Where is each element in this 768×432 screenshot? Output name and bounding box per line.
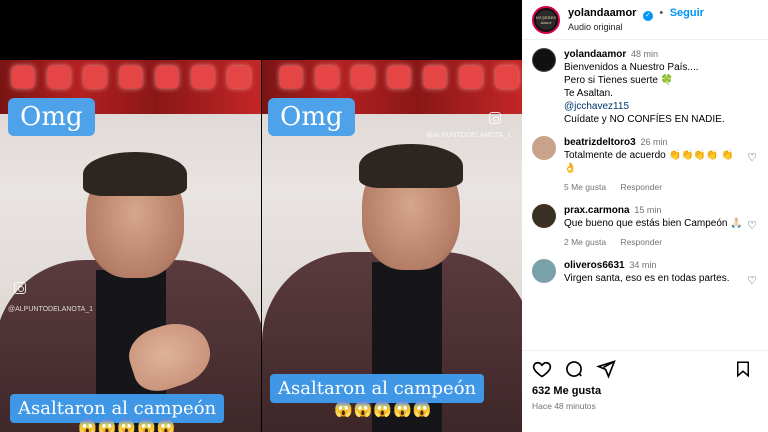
caption-line: Pero si Tienes suerte 🍀 [564, 75, 674, 86]
comment-item: oliveros6631 34 min Virgen santa, eso es… [532, 259, 758, 287]
heart-icon[interactable]: ♡ [746, 220, 758, 232]
comment-time: 15 min [634, 205, 662, 215]
overlay-title: Omg [268, 98, 355, 136]
comment-time: 34 min [629, 260, 657, 270]
heart-icon[interactable]: ♡ [746, 275, 758, 287]
separator: • [659, 7, 664, 19]
caption-line: Cuídate y NO CONFÍES EN NADIE. [564, 114, 725, 125]
comment-item: beatrizdeltoro3 26 min Totalmente de acu… [532, 136, 758, 194]
comments-list[interactable]: yolandaamor 48 min Bienvenidos a Nuestro… [522, 40, 768, 350]
avatar[interactable] [532, 259, 556, 283]
reel-viewer: Omg @ALPUNTODELANOTA_1 Asaltaron al camp… [0, 0, 768, 432]
mention-link[interactable]: @jcchavez115 [564, 100, 744, 113]
follow-button[interactable]: Seguir [670, 7, 704, 19]
instagram-icon [489, 112, 501, 124]
avatar[interactable] [532, 204, 556, 228]
video-frame-right: Omg @ALPUNTODELANOTA_1 Asaltaron al camp… [262, 60, 522, 432]
comment-username[interactable]: oliveros6631 [564, 260, 625, 271]
comment-username[interactable]: yolandaamor [564, 49, 626, 60]
comment-item: prax.carmona 15 min Que bueno que estás … [532, 204, 758, 249]
watermark: @ALPUNTODELANOTA_1 [426, 132, 512, 139]
comment-time: 48 min [631, 49, 659, 59]
comment-text: Totalmente de acuerdo 👏👏👏👏 👏👌 [564, 150, 734, 174]
send-icon[interactable] [596, 359, 616, 379]
reply-button[interactable]: Responder [620, 182, 662, 192]
comment-icon[interactable] [564, 359, 584, 379]
header-username[interactable]: yolandaamor [568, 7, 636, 19]
bookmark-icon[interactable] [734, 359, 752, 379]
post-header: MUJERES Amor yolandaamor ✓ • Seguir Audi… [522, 0, 768, 40]
action-bar: 632 Me gusta Hace 48 minutos [522, 350, 768, 432]
heart-icon[interactable]: ♡ [746, 152, 758, 164]
comment-text: Virgen santa, eso es en todas partes. [564, 273, 730, 284]
video-frame-left: Omg @ALPUNTODELANOTA_1 Asaltaron al camp… [0, 60, 261, 432]
caption-line: Bienvenidos a Nuestro País.... [564, 62, 699, 73]
post-side-panel: MUJERES Amor yolandaamor ✓ • Seguir Audi… [522, 0, 768, 432]
comment-likes[interactable]: 5 Me gusta [564, 182, 606, 192]
heart-icon[interactable] [532, 359, 552, 379]
avatar[interactable] [532, 48, 556, 72]
video-caption: Asaltaron al campeón [270, 374, 485, 403]
audio-link[interactable]: Audio original [568, 21, 704, 34]
verified-badge-icon: ✓ [642, 11, 653, 21]
comment-username[interactable]: beatrizdeltoro3 [564, 137, 636, 148]
comment-likes[interactable]: 2 Me gusta [564, 237, 606, 247]
post-time: Hace 48 minutos [532, 401, 596, 411]
comment-username[interactable]: prax.carmona [564, 205, 630, 216]
reply-button[interactable]: Responder [620, 237, 662, 247]
avatar[interactable] [532, 136, 556, 160]
caption-emojis: 😱😱😱😱😱 [78, 419, 177, 432]
caption-emojis: 😱😱😱😱😱 [334, 401, 433, 418]
comment-time: 26 min [640, 137, 668, 147]
watermark: @ALPUNTODELANOTA_1 [8, 306, 94, 313]
overlay-title: Omg [8, 98, 95, 136]
instagram-icon [14, 282, 26, 294]
likes-count[interactable]: 632 Me gusta [532, 385, 758, 397]
avatar[interactable]: MUJERES Amor [532, 5, 560, 34]
comment-text: Que bueno que estás bien Campeón 🙏🏻 [564, 218, 743, 229]
post-caption: yolandaamor 48 min Bienvenidos a Nuestro… [532, 48, 758, 126]
caption-line: Te Asaltan. [564, 88, 613, 99]
video-player[interactable]: Omg @ALPUNTODELANOTA_1 Asaltaron al camp… [0, 0, 522, 432]
